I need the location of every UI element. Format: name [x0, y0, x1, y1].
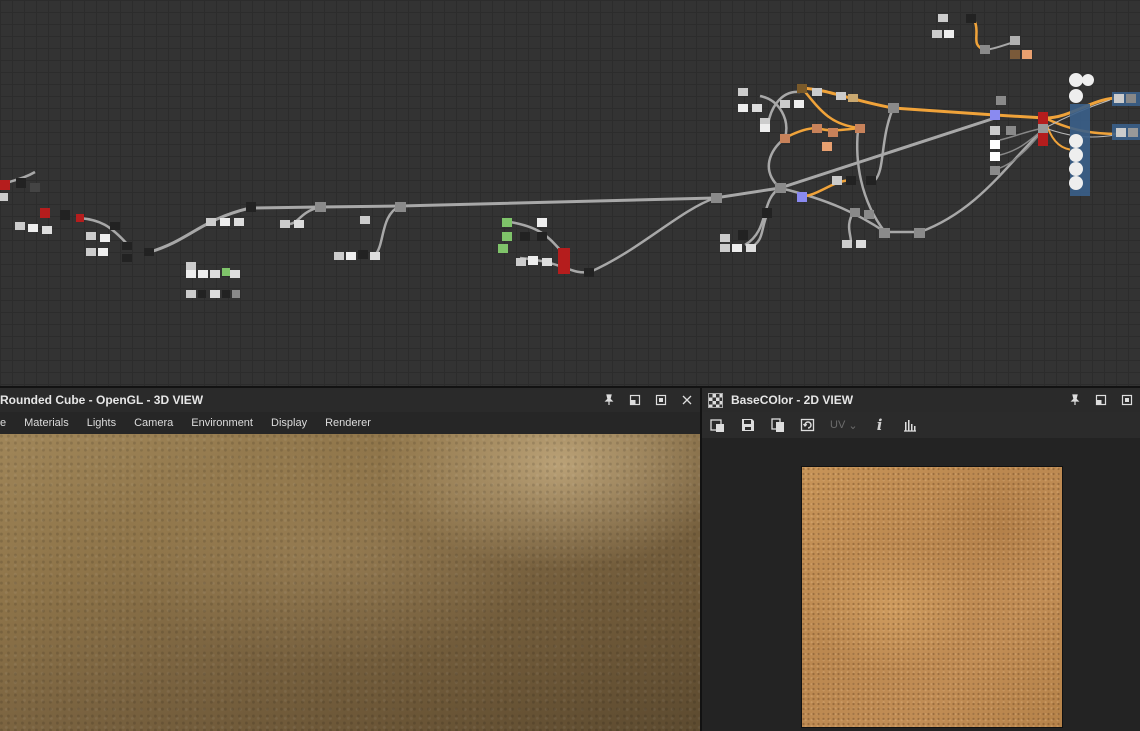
3d-view-panel: Rounded Cube - OpenGL - 3D VIEW e Materi…	[0, 388, 700, 731]
basecolor-texture-preview	[801, 466, 1063, 728]
3d-view-title-bar[interactable]: Rounded Cube - OpenGL - 3D VIEW	[0, 388, 700, 412]
restore-icon[interactable]	[628, 393, 642, 407]
menu-environment[interactable]: Environment	[182, 417, 262, 429]
menu-lights[interactable]: Lights	[78, 417, 125, 429]
menu-scene[interactable]: e	[0, 417, 15, 429]
3d-view-menu-bar: e Materials Lights Camera Environment Di…	[0, 412, 700, 434]
fit-view-icon[interactable]	[708, 415, 728, 435]
pin-icon[interactable]	[602, 393, 616, 407]
3d-view-title-actions	[602, 388, 694, 412]
3d-view-title: Rounded Cube - OpenGL - 3D VIEW	[0, 393, 204, 407]
2d-view-title: BaseCOlor - 2D VIEW	[731, 393, 854, 407]
2d-viewport[interactable]	[702, 438, 1140, 731]
chevron-down-icon: ⌄	[848, 419, 858, 432]
menu-display[interactable]: Display	[262, 417, 316, 429]
uv-label: UV	[830, 419, 846, 431]
menu-camera[interactable]: Camera	[125, 417, 182, 429]
2d-view-panel: BaseCOlor - 2D VIEW UV ⌄ i	[702, 388, 1140, 731]
pin-icon[interactable]	[1068, 393, 1082, 407]
uv-dropdown[interactable]: UV ⌄	[828, 415, 860, 435]
histogram-icon[interactable]	[900, 415, 920, 435]
graph-wires	[0, 14, 1140, 298]
node-graph[interactable]	[0, 0, 1140, 386]
close-icon[interactable]	[680, 393, 694, 407]
restore-icon[interactable]	[1094, 393, 1108, 407]
2d-view-title-bar[interactable]: BaseCOlor - 2D VIEW	[702, 388, 1140, 412]
maximize-icon[interactable]	[654, 393, 668, 407]
menu-renderer[interactable]: Renderer	[316, 417, 380, 429]
2d-view-toolbar: UV ⌄ i	[702, 412, 1140, 438]
refresh-view-icon[interactable]	[798, 415, 818, 435]
menu-materials[interactable]: Materials	[15, 417, 78, 429]
info-icon[interactable]: i	[870, 415, 890, 435]
3d-viewport[interactable]	[0, 434, 700, 731]
save-icon[interactable]	[738, 415, 758, 435]
checker-icon	[708, 392, 723, 408]
copy-icon[interactable]	[768, 415, 788, 435]
2d-view-title-actions	[1068, 388, 1134, 412]
maximize-icon[interactable]	[1120, 393, 1134, 407]
